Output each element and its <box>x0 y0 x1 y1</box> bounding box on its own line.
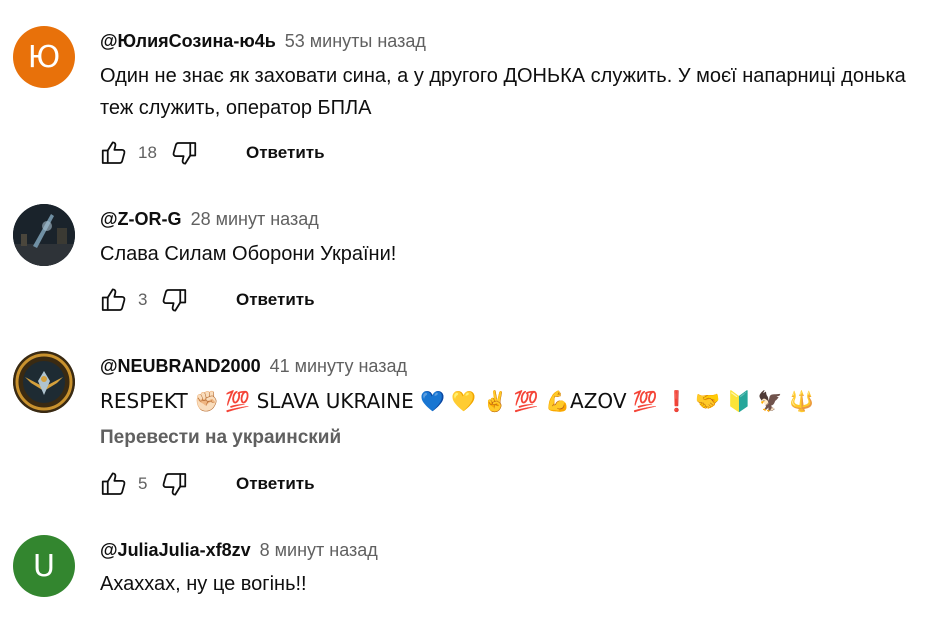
comment-text: Слава Силам Оборони України! <box>100 243 397 265</box>
like-count: 3 <box>138 290 148 309</box>
thumb-down-icon[interactable] <box>168 137 200 169</box>
comment-header: @JuliaJulia-xf8zv 8 минут назад <box>100 539 378 561</box>
avatar-image <box>13 204 75 266</box>
comment-author[interactable]: @ЮлияСозина-ю4ь <box>100 31 276 51</box>
translate-link[interactable]: Перевести на украинский <box>100 427 341 449</box>
comment-actions: 3 Ответить <box>98 284 315 316</box>
comment-time[interactable]: 53 минуты назад <box>285 31 426 51</box>
thumb-down-icon[interactable] <box>158 468 190 500</box>
avatar[interactable] <box>13 204 75 266</box>
comment-header: @Z-OR-G 28 минут назад <box>100 208 319 230</box>
comment-actions: 5 Ответить <box>98 468 315 500</box>
thumb-up-icon[interactable] <box>98 137 130 169</box>
reply-button[interactable]: Ответить <box>246 143 325 163</box>
comment-text: Ахаххах, ну це вогінь!! <box>100 573 307 595</box>
emblem-icon <box>13 351 75 413</box>
comment-text: Один не знає як заховати сина, а у друго… <box>100 65 906 119</box>
comment-actions: 18 Ответить <box>98 137 325 169</box>
comment-text: RESPEKT ✊🏻 💯 SLAVA UKRAINE 💙 💛 ✌️ 💯 💪AZO… <box>100 389 815 413</box>
comment-author[interactable]: @NEUBRAND2000 <box>100 356 261 376</box>
comment-header: @ЮлияСозина-ю4ь 53 минуты назад <box>100 30 426 52</box>
comment-time[interactable]: 41 минуту назад <box>270 356 407 376</box>
avatar[interactable]: Ю <box>13 26 75 88</box>
avatar-letter: Ю <box>27 39 61 75</box>
thumb-up-icon[interactable] <box>98 468 130 500</box>
reply-button[interactable]: Ответить <box>236 290 315 310</box>
like-count: 5 <box>138 474 148 493</box>
avatar[interactable]: U <box>13 535 75 597</box>
thumb-up-icon[interactable] <box>98 284 130 316</box>
comment-time[interactable]: 8 минут назад <box>260 540 378 560</box>
like-count: 18 <box>138 143 157 162</box>
avatar-letter: U <box>33 548 55 584</box>
avatar[interactable] <box>13 351 75 413</box>
comment-header: @NEUBRAND2000 41 минуту назад <box>100 355 407 377</box>
comment-author[interactable]: @Z-OR-G <box>100 209 182 229</box>
thumb-down-icon[interactable] <box>158 284 190 316</box>
reply-button[interactable]: Ответить <box>236 474 315 494</box>
comment-author[interactable]: @JuliaJulia-xf8zv <box>100 540 251 560</box>
comment-time[interactable]: 28 минут назад <box>191 209 319 229</box>
